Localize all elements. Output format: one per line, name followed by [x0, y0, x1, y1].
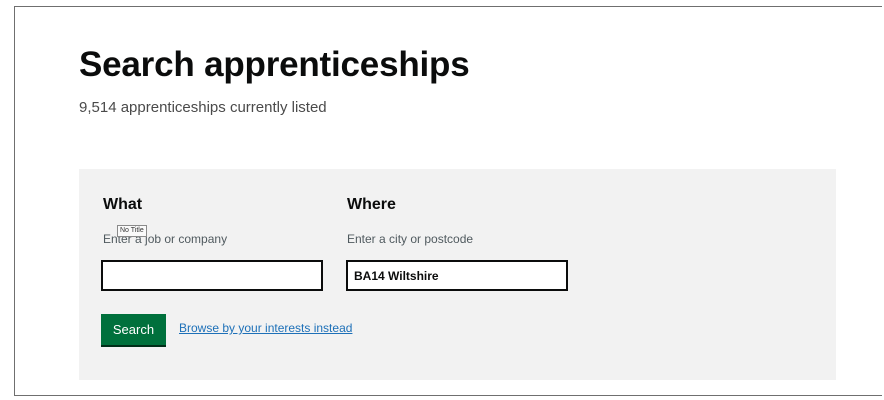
page-title: Search apprenticeships [79, 45, 470, 84]
tooltip: No Title [117, 225, 147, 237]
where-hint: Enter a city or postcode [347, 232, 474, 246]
what-label: What [103, 196, 143, 213]
search-button[interactable]: Search [101, 314, 166, 345]
what-input[interactable] [101, 260, 323, 291]
where-label: Where [347, 196, 396, 213]
where-input[interactable] [346, 260, 568, 291]
browse-interests-link[interactable]: Browse by your interests instead [179, 321, 352, 335]
listing-count: 9,514 apprenticeships currently listed [79, 99, 327, 116]
